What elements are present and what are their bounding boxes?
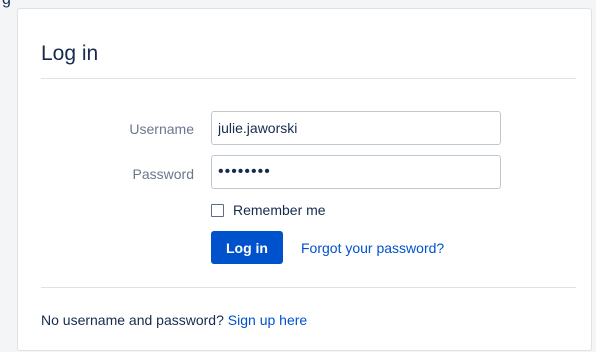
top-cropped-text: g (2, 0, 11, 9)
username-label: Username (129, 121, 194, 137)
remember-me-checkbox[interactable] (211, 203, 224, 217)
forgot-password-link[interactable]: Forgot your password? (301, 240, 444, 256)
header-divider (41, 78, 576, 79)
remember-me-label[interactable]: Remember me (233, 202, 326, 218)
signup-row: No username and password? Sign up here (41, 312, 307, 328)
page-title: Log in (41, 42, 99, 65)
login-panel: Log in Username Password Remember me Log… (17, 8, 592, 351)
remember-me-row[interactable]: Remember me (211, 202, 326, 218)
login-button[interactable]: Log in (211, 231, 283, 264)
signup-link[interactable]: Sign up here (228, 312, 307, 328)
password-label: Password (132, 166, 194, 182)
username-input[interactable] (211, 111, 501, 145)
password-input[interactable] (211, 155, 501, 189)
signup-prompt: No username and password? (41, 312, 224, 328)
footer-divider (41, 287, 576, 288)
